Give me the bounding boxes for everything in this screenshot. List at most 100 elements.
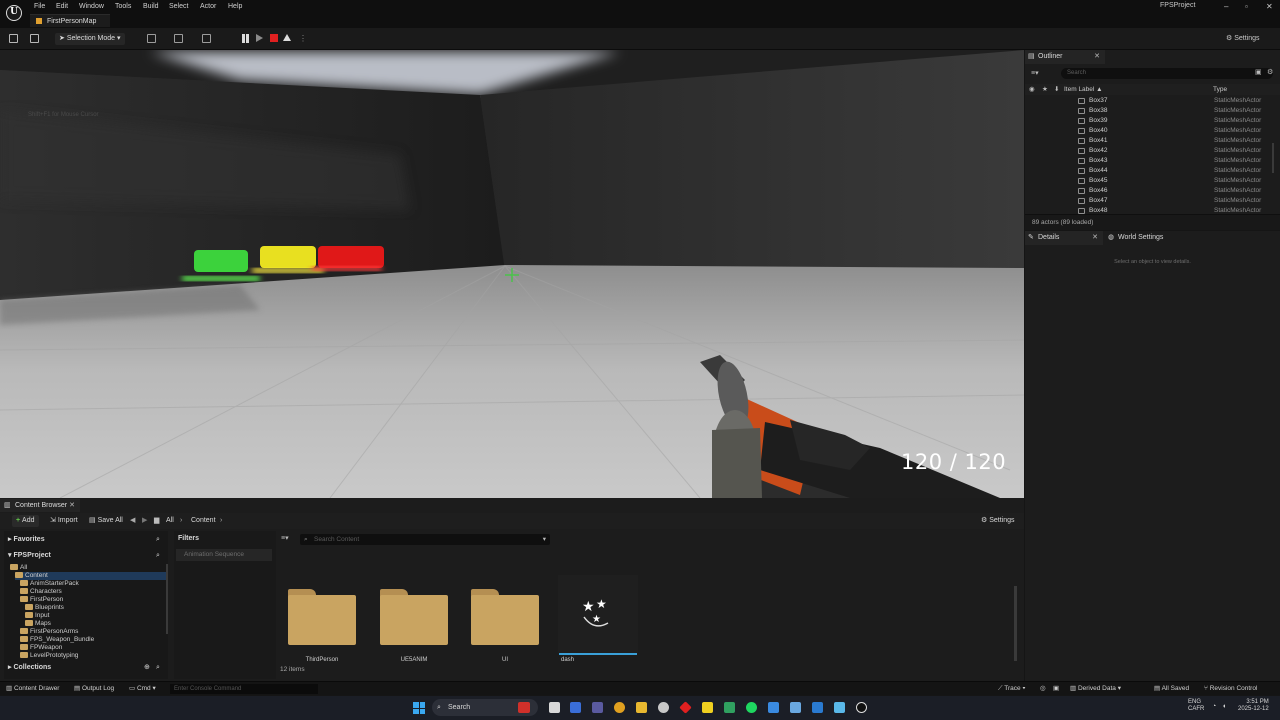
camera-icon[interactable]: ▣: [1053, 682, 1059, 696]
asset-folder-ue5anim[interactable]: UE5ANIM: [370, 577, 448, 667]
sticky-notes-icon[interactable]: [702, 702, 713, 713]
derived-data-button[interactable]: ▥ Derived Data ▾: [1070, 682, 1121, 696]
app-icon[interactable]: [834, 702, 845, 713]
chevron-down-icon[interactable]: ▾: [543, 534, 546, 545]
red-app-icon[interactable]: [679, 701, 692, 714]
outliner-search-input[interactable]: Search: [1061, 68, 1273, 79]
play-icon[interactable]: [256, 34, 263, 42]
tab-world-settings[interactable]: ◍ World Settings: [1105, 231, 1185, 245]
tree-item[interactable]: Characters: [20, 588, 62, 596]
settings-button[interactable]: ⚙ Settings: [1226, 34, 1260, 42]
table-row[interactable]: Box38 StaticMeshActor: [1025, 106, 1272, 116]
menu-select[interactable]: Select: [169, 2, 188, 12]
tree-item[interactable]: Content: [15, 572, 168, 580]
system-clock[interactable]: 3:51 PM 2025-12-12: [1238, 699, 1269, 713]
tree-item[interactable]: Input: [25, 612, 49, 620]
tree-item[interactable]: AnimStarterPack: [20, 580, 79, 588]
tree-item[interactable]: FPWeapon: [20, 644, 62, 652]
vscode-icon[interactable]: [812, 702, 823, 713]
table-row[interactable]: Box43 StaticMeshActor: [1025, 156, 1272, 166]
import-button[interactable]: ⇲ Import: [50, 515, 78, 527]
favorites-section[interactable]: ▸ Favorites ⌕: [4, 534, 168, 546]
cmd-dropdown[interactable]: ▭ Cmd ▾: [129, 682, 156, 696]
file-explorer-icon[interactable]: [636, 702, 647, 713]
add-actor-icon[interactable]: [147, 34, 156, 43]
pin-icon[interactable]: ⬇: [1054, 84, 1059, 95]
add-folder-icon[interactable]: ▣: [1255, 68, 1262, 76]
settings-gear-icon[interactable]: ⚙: [1267, 68, 1273, 76]
task-view-icon[interactable]: [549, 702, 560, 713]
windows-start-icon[interactable]: [413, 702, 425, 714]
spotify-icon[interactable]: [746, 702, 757, 713]
eject-icon[interactable]: [283, 34, 291, 41]
tab-details[interactable]: ✎ Details ✕: [1025, 231, 1103, 245]
tree-item[interactable]: Blueprints: [25, 604, 64, 612]
table-row[interactable]: Box39 StaticMeshActor: [1025, 116, 1272, 126]
console-input[interactable]: Enter Console Command: [170, 684, 318, 694]
menu-build[interactable]: Build: [143, 2, 159, 12]
table-row[interactable]: Box47 StaticMeshActor: [1025, 196, 1272, 206]
table-row[interactable]: Box37 StaticMeshActor: [1025, 96, 1272, 106]
revision-control-button[interactable]: ⑂ Revision Control: [1204, 682, 1257, 696]
app-icon[interactable]: [592, 702, 603, 713]
menu-help[interactable]: Help: [228, 2, 242, 12]
maximize-icon[interactable]: ▫: [1245, 2, 1248, 11]
filter-dropdown-icon[interactable]: ≡▾: [281, 534, 289, 542]
table-row[interactable]: Box40 StaticMeshActor: [1025, 126, 1272, 136]
blueprint-icon[interactable]: [174, 34, 183, 43]
table-row[interactable]: Box41 StaticMeshActor: [1025, 136, 1272, 146]
menu-window[interactable]: Window: [79, 2, 104, 12]
app-icon[interactable]: [790, 702, 801, 713]
outliner-scrollbar[interactable]: [1272, 143, 1274, 173]
table-row[interactable]: Box44 StaticMeshActor: [1025, 166, 1272, 176]
pause-icon[interactable]: [241, 34, 250, 43]
add-collection-icon[interactable]: ⊕: [144, 662, 150, 674]
back-icon[interactable]: ◀: [130, 515, 135, 527]
forward-icon[interactable]: ▶: [142, 515, 147, 527]
visibility-icon[interactable]: ◉: [1029, 84, 1035, 95]
tree-scrollbar[interactable]: [166, 564, 168, 634]
asset-folder-thirdperson[interactable]: ThirdPerson: [278, 577, 356, 667]
content-drawer-button[interactable]: ▥ Content Drawer: [6, 682, 59, 696]
spreadsheet-icon[interactable]: [724, 702, 735, 713]
menu-file[interactable]: File: [34, 2, 45, 12]
column-item-label[interactable]: Item Label ▲: [1064, 84, 1103, 95]
cinematics-icon[interactable]: [202, 34, 211, 43]
column-type[interactable]: Type: [1213, 84, 1227, 95]
close-tab-icon[interactable]: ✕: [1092, 231, 1098, 245]
level-viewport[interactable]: Shift+F1 for Mouse Cursor 120 / 120: [0, 50, 1024, 498]
trace-button[interactable]: ⟋ Trace ▾: [998, 682, 1026, 696]
tab-firstpersonmap[interactable]: FirstPersonMap: [30, 14, 110, 27]
mail-icon[interactable]: [768, 702, 779, 713]
project-section[interactable]: ▾ FPSProject ⌕: [4, 550, 168, 562]
chrome-icon[interactable]: [614, 702, 625, 713]
add-button[interactable]: + Add: [12, 515, 39, 527]
all-saved-button[interactable]: ▤ All Saved: [1154, 682, 1189, 696]
tree-item[interactable]: Maps: [25, 620, 51, 628]
asset-dash[interactable]: ★ ★ ★ dash: [558, 575, 638, 667]
taskbar-search[interactable]: ⌕ Search: [432, 699, 538, 716]
asset-scrollbar[interactable]: [1014, 586, 1017, 661]
record-icon[interactable]: ◎: [1040, 682, 1046, 696]
table-row[interactable]: Box42 StaticMeshActor: [1025, 146, 1272, 156]
tree-item[interactable]: FirstPerson: [20, 596, 63, 604]
save-icon[interactable]: [9, 34, 18, 43]
filter-chip-animation-sequence[interactable]: Animation Sequence: [176, 549, 272, 561]
table-row[interactable]: Box46 StaticMeshActor: [1025, 186, 1272, 196]
asset-folder-ui[interactable]: UI: [461, 577, 539, 667]
stop-icon[interactable]: [270, 34, 278, 42]
search-icon[interactable]: ⌕: [156, 662, 160, 674]
volume-icon[interactable]: ◖: [1222, 703, 1226, 710]
more-options-icon[interactable]: ⋮: [299, 34, 307, 43]
cb-settings-button[interactable]: ⚙ Settings: [981, 515, 1015, 527]
output-log-button[interactable]: ▤ Output Log: [74, 682, 114, 696]
menu-actor[interactable]: Actor: [200, 2, 216, 12]
filter-icon[interactable]: ≡▾: [1031, 69, 1039, 77]
close-icon[interactable]: ✕: [1266, 2, 1273, 11]
source-control-icon[interactable]: [30, 34, 39, 43]
table-row[interactable]: Box45 StaticMeshActor: [1025, 176, 1272, 186]
menu-tools[interactable]: Tools: [115, 2, 131, 12]
search-icon[interactable]: ⌕: [156, 534, 160, 546]
unreal-engine-icon[interactable]: [856, 702, 867, 713]
language-indicator[interactable]: ENG CAFR: [1188, 699, 1204, 713]
